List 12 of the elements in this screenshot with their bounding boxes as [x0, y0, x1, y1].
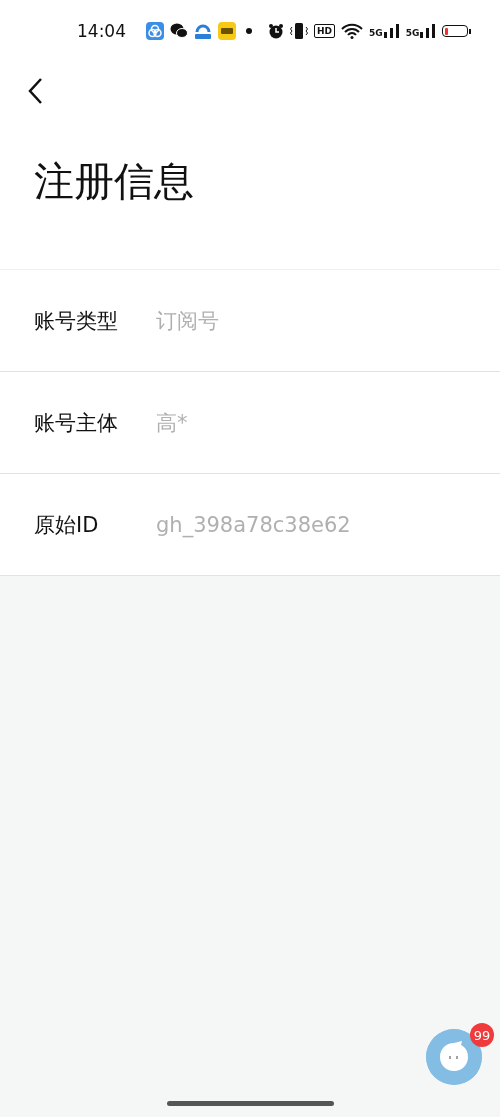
field-label: 账号类型 — [34, 307, 119, 335]
field-value: gh_398a78c38e62 — [156, 512, 351, 537]
hd-label: HD — [314, 24, 335, 38]
field-label: 原始ID — [34, 511, 100, 539]
network-label: 5G — [405, 29, 420, 38]
field-value: 高* — [156, 409, 188, 437]
network-label: 5G — [369, 29, 383, 38]
status-time: 14:04 — [77, 21, 126, 41]
field-value: 订阅号 — [156, 307, 219, 335]
page-title: 注册信息 — [34, 157, 195, 206]
field-label: 账号主体 — [34, 409, 119, 437]
notification-badge: 99 — [470, 1023, 494, 1047]
